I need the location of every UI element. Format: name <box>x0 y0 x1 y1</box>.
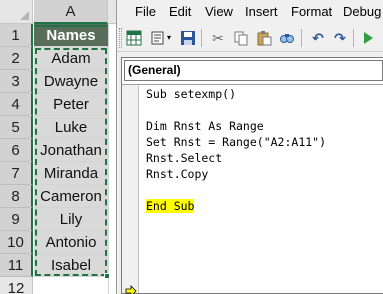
toolbar-separator <box>301 29 302 47</box>
standard-toolbar: ▾ ✂ ↶ ↷ <box>117 24 383 52</box>
code-line: End Sub <box>146 198 195 214</box>
toolbar-separator <box>201 29 202 47</box>
row-header[interactable]: 10 <box>0 231 33 254</box>
table-cell[interactable]: Cameron <box>34 185 108 208</box>
row-header[interactable]: 4 <box>0 93 33 116</box>
row-header[interactable]: 7 <box>0 162 33 185</box>
run-icon[interactable] <box>359 29 377 47</box>
find-icon[interactable] <box>278 29 296 47</box>
code-line: Dim Rnst As Range <box>146 119 264 133</box>
row-header[interactable]: 11 <box>0 254 33 277</box>
code-editor[interactable]: Sub setexmp() Dim Rnst As Range Set Rnst… <box>146 86 381 286</box>
redo-icon[interactable]: ↷ <box>331 29 349 47</box>
divider <box>122 84 383 85</box>
table-cell[interactable] <box>34 277 108 294</box>
table-cell[interactable]: Lily <box>34 208 108 231</box>
row-header[interactable]: 8 <box>0 185 33 208</box>
table-cell[interactable]: Adam <box>34 47 108 70</box>
row-header[interactable]: 3 <box>0 70 33 93</box>
toolbar-grip[interactable] <box>119 28 122 48</box>
save-icon[interactable] <box>179 29 197 47</box>
code-line: Rnst.Copy <box>146 167 209 181</box>
row-header[interactable]: 2 <box>0 47 33 70</box>
highlighted-statement: End Sub <box>146 199 195 213</box>
margin-indicator-bar[interactable] <box>122 85 139 294</box>
menu-format[interactable]: Format <box>291 4 332 19</box>
gridline <box>108 24 109 294</box>
header-cell[interactable]: Names <box>34 24 108 47</box>
table-cell[interactable]: Dwayne <box>34 70 108 93</box>
table-cell[interactable]: Isabel <box>34 254 108 277</box>
menu-bar: File Edit View Insert Format Debug <box>117 0 383 24</box>
row-header[interactable]: 5 <box>0 116 33 139</box>
code-line: Sub setexmp() <box>146 87 237 101</box>
cut-icon[interactable]: ✂ <box>209 29 227 47</box>
table-cell[interactable]: Miranda <box>34 162 108 185</box>
menu-insert[interactable]: Insert <box>245 4 278 19</box>
paste-icon[interactable] <box>255 29 273 47</box>
row-header[interactable]: 1 <box>0 24 33 47</box>
excel-sheet: A 1 Names 2 Adam 3 Dwayne 4 Peter 5 Luke 6 Jonathan… <box>0 0 120 294</box>
corner-triangle-icon <box>20 11 29 20</box>
chevron-down-icon[interactable]: ▾ <box>165 29 173 47</box>
menu-edit[interactable]: Edit <box>169 4 191 19</box>
row-header[interactable]: 12 <box>0 277 33 294</box>
table-cell[interactable]: Luke <box>34 116 108 139</box>
object-dropdown[interactable]: (General) <box>124 60 383 81</box>
table-cell[interactable]: Antonio <box>34 231 108 254</box>
fill-handle[interactable] <box>104 273 110 279</box>
code-line: Set Rnst = Range("A2:A11") <box>146 135 327 149</box>
row-header[interactable]: 9 <box>0 208 33 231</box>
code-window[interactable]: (General) Sub setexmp() Dim Rnst As Rang… <box>121 57 383 294</box>
vba-editor-window: File Edit View Insert Format Debug ▾ ✂ ↶… <box>116 0 383 294</box>
copy-icon[interactable] <box>232 29 250 47</box>
select-all-corner[interactable] <box>0 0 33 24</box>
undo-icon[interactable]: ↶ <box>309 29 327 47</box>
code-line: Rnst.Select <box>146 151 223 165</box>
column-header-a[interactable]: A <box>34 0 108 24</box>
active-cell-border <box>35 25 107 27</box>
row-header[interactable]: 6 <box>0 139 33 162</box>
menu-file[interactable]: File <box>135 4 156 19</box>
table-cell[interactable]: Peter <box>34 93 108 116</box>
excel-view-icon[interactable] <box>125 29 143 47</box>
menu-debug[interactable]: Debug <box>343 4 381 19</box>
table-cell[interactable]: Jonathan <box>34 139 108 162</box>
menu-view[interactable]: View <box>205 4 233 19</box>
toolbar-separator <box>353 29 354 47</box>
execution-arrow-icon <box>125 285 137 294</box>
